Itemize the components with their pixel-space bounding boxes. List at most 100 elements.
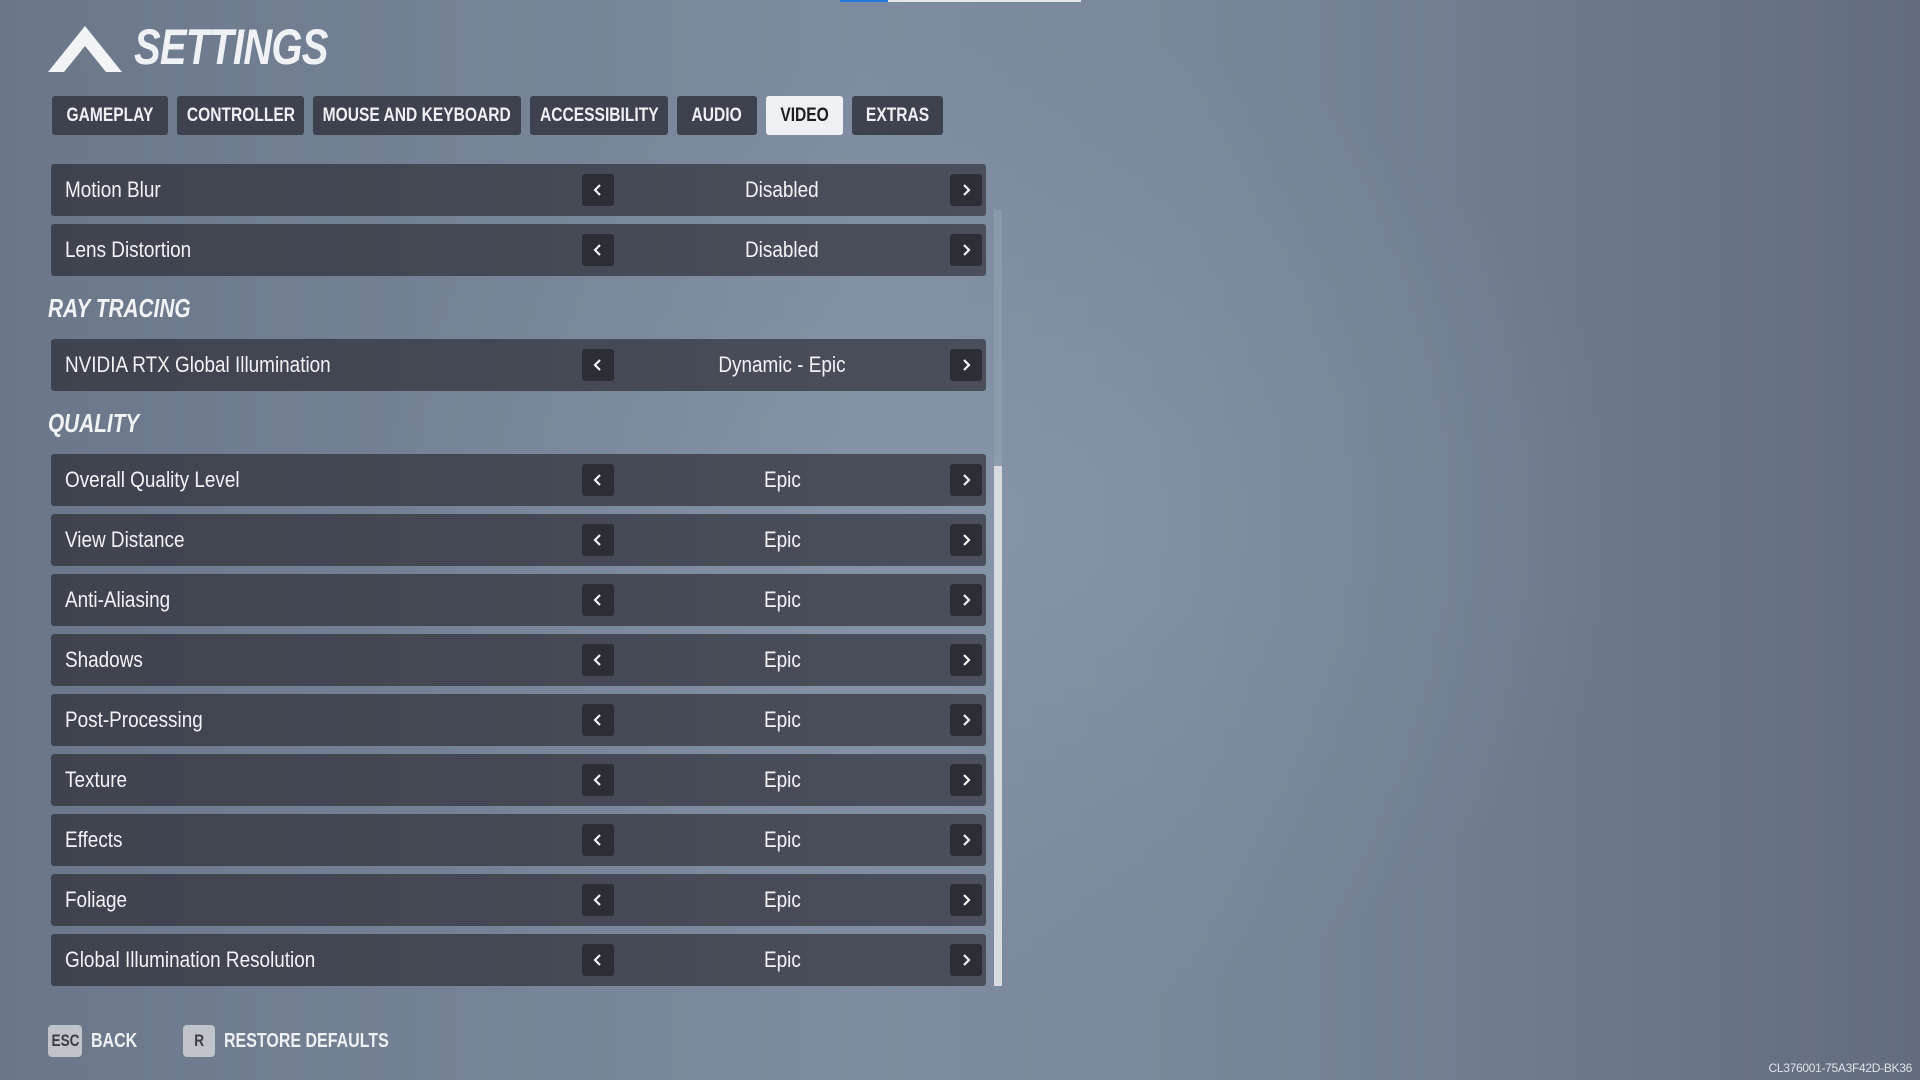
- chevron-left-icon: [593, 474, 601, 486]
- chevron-left-icon: [593, 654, 601, 666]
- key-label: R: [193, 1031, 204, 1050]
- tab-controller[interactable]: CONTROLLER: [177, 96, 304, 135]
- scrollbar-thumb[interactable]: [994, 466, 1002, 986]
- setting-value-text: Disabled: [745, 237, 819, 262]
- setting-value-text: Epic: [763, 707, 801, 732]
- chevron-right-icon: [963, 474, 971, 486]
- page-title: SETTINGS: [134, 19, 328, 75]
- setting-value: Disabled: [614, 224, 950, 276]
- restore-defaults-label: RESTORE DEFAULTS: [223, 1029, 389, 1052]
- setting-label: Lens Distortion: [65, 237, 192, 262]
- previous-option-button[interactable]: [582, 824, 614, 856]
- chevron-left-icon: [593, 714, 601, 726]
- restore-defaults-button[interactable]: RESTORE DEFAULTS: [224, 1030, 430, 1053]
- previous-option-button[interactable]: [582, 584, 614, 616]
- setting-row-shadows: Shadows Epic: [51, 634, 986, 686]
- chevron-right-icon: [963, 244, 971, 256]
- setting-value-text: Epic: [763, 527, 801, 552]
- next-option-button[interactable]: [950, 644, 982, 676]
- previous-option-button[interactable]: [582, 524, 614, 556]
- setting-label: Effects: [65, 827, 123, 852]
- setting-value: Epic: [614, 514, 950, 566]
- setting-row-anti-aliasing: Anti-Aliasing Epic: [51, 574, 986, 626]
- next-option-button[interactable]: [950, 464, 982, 496]
- next-option-button[interactable]: [950, 234, 982, 266]
- tab-label: ACCESSIBILITY: [539, 104, 659, 126]
- tab-mouse-and-keyboard[interactable]: MOUSE AND KEYBOARD: [313, 96, 521, 135]
- chevron-right-icon: [963, 894, 971, 906]
- previous-option-button[interactable]: [582, 884, 614, 916]
- key-label: ESC: [51, 1031, 79, 1050]
- next-option-button[interactable]: [950, 704, 982, 736]
- setting-row-global-illumination-resolution: Global Illumination Resolution Epic: [51, 934, 986, 986]
- chevron-left-icon: [593, 834, 601, 846]
- back-button[interactable]: BACK: [91, 1030, 149, 1053]
- setting-value-text: Epic: [763, 947, 801, 972]
- next-option-button[interactable]: [950, 824, 982, 856]
- setting-row-effects: Effects Epic: [51, 814, 986, 866]
- chevron-right-icon: [963, 184, 971, 196]
- next-option-button[interactable]: [950, 349, 982, 381]
- previous-option-button[interactable]: [582, 704, 614, 736]
- tab-extras[interactable]: EXTRAS: [852, 96, 943, 135]
- previous-option-button[interactable]: [582, 234, 614, 266]
- chevron-right-icon: [963, 654, 971, 666]
- chevron-left-icon: [593, 774, 601, 786]
- setting-row-overall-quality-level: Overall Quality Level Epic: [51, 454, 986, 506]
- chevron-left-icon: [593, 534, 601, 546]
- chevron-left-icon: [593, 184, 601, 196]
- previous-option-button[interactable]: [582, 349, 614, 381]
- section-heading-quality: QUALITY: [48, 408, 140, 438]
- tab-label: VIDEO: [780, 104, 829, 126]
- setting-value-text: Epic: [763, 827, 801, 852]
- setting-row-foliage: Foliage Epic: [51, 874, 986, 926]
- tab-video[interactable]: VIDEO: [766, 96, 843, 135]
- previous-option-button[interactable]: [582, 764, 614, 796]
- chevron-right-icon: [963, 834, 971, 846]
- setting-label: View Distance: [65, 527, 185, 552]
- setting-value-text: Epic: [763, 467, 801, 492]
- r-key-icon[interactable]: R: [182, 1025, 215, 1057]
- chevron-right-icon: [963, 534, 971, 546]
- scrollbar-track[interactable]: [994, 210, 1002, 986]
- next-option-button[interactable]: [950, 944, 982, 976]
- tab-label: EXTRAS: [865, 104, 930, 126]
- chevron-left-icon: [593, 359, 601, 371]
- chevron-right-icon: [963, 774, 971, 786]
- previous-option-button[interactable]: [582, 644, 614, 676]
- next-option-button[interactable]: [950, 584, 982, 616]
- setting-value: Epic: [614, 634, 950, 686]
- back-label: BACK: [91, 1029, 138, 1052]
- game-logo-icon: [48, 26, 122, 72]
- next-option-button[interactable]: [950, 764, 982, 796]
- setting-row-nvidia-rtx-global-illumination: NVIDIA RTX Global Illumination Dynamic -…: [51, 339, 986, 391]
- build-id: CL376001-75A3F42D-BK36: [1768, 1061, 1913, 1075]
- setting-value-text: Epic: [763, 647, 801, 672]
- setting-value: Epic: [614, 574, 950, 626]
- setting-value: Epic: [614, 934, 950, 986]
- next-option-button[interactable]: [950, 884, 982, 916]
- chevron-right-icon: [963, 594, 971, 606]
- setting-label: Global Illumination Resolution: [65, 947, 316, 972]
- setting-value-text: Epic: [763, 887, 801, 912]
- esc-key-icon[interactable]: ESC: [48, 1025, 82, 1057]
- setting-row-motion-blur: Motion Blur Disabled: [51, 164, 986, 216]
- setting-value: Epic: [614, 874, 950, 926]
- chevron-left-icon: [593, 244, 601, 256]
- previous-option-button[interactable]: [582, 174, 614, 206]
- chevron-right-icon: [963, 714, 971, 726]
- previous-option-button[interactable]: [582, 464, 614, 496]
- tab-label: MOUSE AND KEYBOARD: [322, 104, 512, 126]
- next-option-button[interactable]: [950, 174, 982, 206]
- chevron-right-icon: [963, 359, 971, 371]
- setting-label: Texture: [65, 767, 128, 792]
- tab-accessibility[interactable]: ACCESSIBILITY: [530, 96, 668, 135]
- tab-audio[interactable]: AUDIO: [677, 96, 757, 135]
- setting-label: NVIDIA RTX Global Illumination: [65, 352, 331, 377]
- previous-option-button[interactable]: [582, 944, 614, 976]
- setting-row-texture: Texture Epic: [51, 754, 986, 806]
- footer-actions: ESC BACK R RESTORE DEFAULTS: [48, 1024, 464, 1058]
- tab-gameplay[interactable]: GAMEPLAY: [52, 96, 168, 135]
- setting-label: Post-Processing: [65, 707, 203, 732]
- next-option-button[interactable]: [950, 524, 982, 556]
